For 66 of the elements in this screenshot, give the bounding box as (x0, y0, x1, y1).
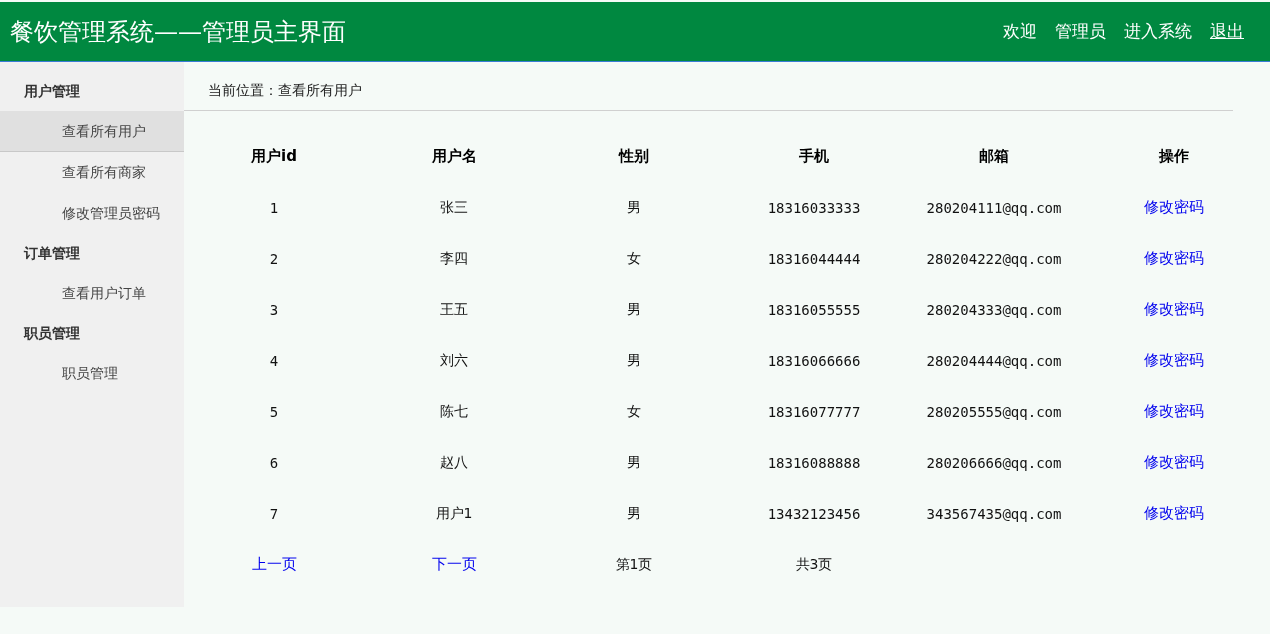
table-cell: 280204444@qq.com (926, 352, 1062, 369)
table-cell: 李四 (440, 249, 468, 268)
table-cell: 7 (269, 505, 279, 522)
table-cell: 18316044444 (767, 250, 861, 267)
column-header: 用户id (251, 147, 297, 166)
table-cell: 5 (269, 403, 279, 420)
sidebar-group-title: 职员管理 (22, 324, 81, 343)
table-cell: 280205555@qq.com (926, 403, 1062, 420)
page-link[interactable]: 下一页 (431, 555, 477, 574)
page-info: 第1页 (615, 555, 653, 574)
table-cell: 280204333@qq.com (926, 301, 1062, 318)
sidebar-group-title: 用户管理 (23, 82, 81, 101)
column-header: 性别 (619, 147, 649, 166)
table-cell: 13432123456 (767, 505, 861, 522)
table-cell: 280206666@qq.com (926, 454, 1062, 471)
table-cell: 用户1 (435, 504, 473, 523)
sidebar-item[interactable]: 查看所有用户 (0, 111, 184, 152)
page-link[interactable]: 上一页 (251, 555, 297, 574)
table-cell: 张三 (440, 198, 468, 217)
change-password-link[interactable]: 修改密码 (1144, 300, 1204, 319)
header-text: 欢迎 (1003, 20, 1037, 43)
page-info: 共3页 (795, 555, 833, 574)
change-password-link[interactable]: 修改密码 (1144, 249, 1204, 268)
column-header: 用户名 (431, 147, 477, 166)
table-cell: 4 (269, 352, 279, 369)
sidebar-item[interactable]: 查看所有商家 (0, 152, 184, 193)
table-cell: 2 (269, 250, 279, 267)
breadcrumb: 当前位置：查看所有用户 (184, 62, 1233, 111)
change-password-link[interactable]: 修改密码 (1144, 351, 1204, 370)
table-cell: 6 (269, 454, 279, 471)
table-cell: 男 (627, 198, 641, 217)
sidebar-item[interactable]: 修改管理员密码 (0, 193, 184, 234)
table-cell: 刘六 (440, 351, 468, 370)
table-cell: 18316088888 (767, 454, 861, 471)
change-password-link[interactable]: 修改密码 (1144, 504, 1204, 523)
table-cell: 343567435@qq.com (926, 505, 1062, 522)
table-cell: 280204222@qq.com (926, 250, 1062, 267)
sidebar-item[interactable]: 职员管理 (0, 353, 184, 394)
logout-link[interactable]: 退出 (1210, 20, 1244, 43)
table-cell: 男 (627, 504, 641, 523)
sidebar-item[interactable]: 查看用户订单 (0, 273, 184, 314)
column-header: 操作 (1159, 147, 1189, 166)
table-cell: 3 (269, 301, 279, 318)
app-title: 餐饮管理系统——管理员主界面 (10, 16, 346, 48)
table-cell: 赵八 (440, 453, 468, 472)
change-password-link[interactable]: 修改密码 (1144, 402, 1204, 421)
table-cell: 女 (627, 249, 641, 268)
column-header: 手机 (799, 147, 829, 166)
table-cell: 王五 (440, 300, 468, 319)
table-cell: 280204111@qq.com (926, 199, 1062, 216)
table-cell: 陈七 (440, 402, 468, 421)
change-password-link[interactable]: 修改密码 (1144, 198, 1204, 217)
table-cell: 1 (269, 199, 279, 216)
table-cell: 18316066666 (767, 352, 861, 369)
table-cell: 18316077777 (767, 403, 861, 420)
table-cell: 男 (627, 351, 641, 370)
header-text: 管理员 (1055, 20, 1106, 43)
table-cell: 18316055555 (767, 301, 861, 318)
header-text: 进入系统 (1124, 20, 1192, 43)
column-header: 邮箱 (979, 147, 1009, 166)
table-cell: 18316033333 (767, 199, 861, 216)
change-password-link[interactable]: 修改密码 (1144, 453, 1204, 472)
table-cell: 女 (627, 402, 641, 421)
table-cell: 男 (627, 453, 641, 472)
table-cell: 男 (627, 300, 641, 319)
sidebar-group-title: 订单管理 (22, 244, 81, 263)
